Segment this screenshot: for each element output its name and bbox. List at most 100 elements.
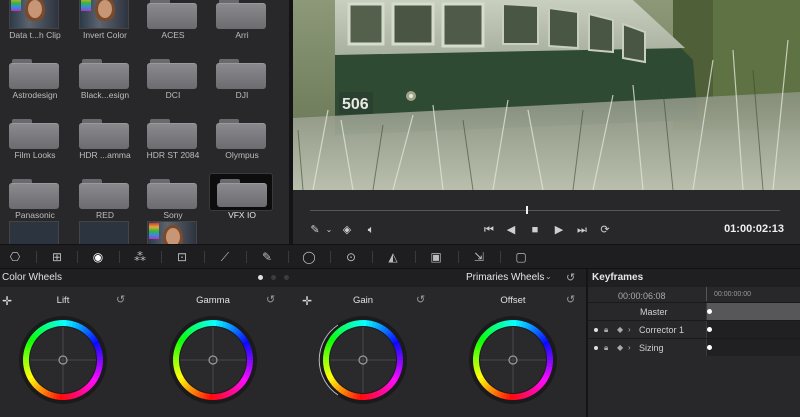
enable-dot-icon[interactable]	[594, 346, 598, 350]
wheel-reset-icon[interactable]: ↺	[416, 293, 425, 306]
camera-raw-icon[interactable]: ⎔	[6, 249, 24, 265]
track-name: Sizing	[639, 343, 664, 353]
library-item[interactable]: Film Looks	[0, 113, 70, 173]
library-item[interactable]: Astrodesign	[0, 53, 70, 113]
sizing-icon[interactable]: ⇲	[470, 249, 488, 265]
keyframe-lane[interactable]	[706, 321, 800, 338]
wheel-label: Gamma	[196, 295, 230, 306]
play-reverse-icon[interactable]: ◀	[503, 223, 519, 237]
keyframe-marker[interactable]	[707, 327, 712, 332]
folder-icon	[79, 119, 129, 149]
library-scrollbar[interactable]	[281, 0, 285, 244]
first-frame-icon[interactable]: ⏮︎	[481, 223, 497, 237]
keyframe-track[interactable]: Master	[588, 302, 800, 320]
library-item-label: Arri	[235, 30, 249, 40]
lock-icon[interactable]: 🔒︎	[604, 343, 608, 353]
library-item[interactable]: DCI	[138, 53, 208, 113]
scrub-bar[interactable]	[310, 210, 780, 211]
playhead[interactable]	[526, 206, 529, 214]
folder-icon	[209, 173, 273, 211]
library-item[interactable]: HDR ...amma	[70, 113, 140, 173]
toolbar-divider	[161, 251, 162, 263]
tracker-icon[interactable]: ⊙	[342, 249, 360, 265]
color-wheel[interactable]	[18, 315, 108, 405]
clip-thumbnail	[9, 0, 59, 29]
library-item[interactable]: Data t...h Clip	[0, 0, 70, 53]
color-match-icon[interactable]: ⊞	[48, 249, 66, 265]
picker-crosshair-icon[interactable]: ✛	[302, 294, 312, 308]
color-wheel[interactable]	[468, 315, 558, 405]
tram-number: 506	[342, 96, 369, 113]
toolbar-divider	[500, 251, 501, 263]
page-dot-3[interactable]	[284, 275, 289, 280]
wheel-reset-icon[interactable]: ↺	[266, 293, 275, 306]
wheel-reset-icon[interactable]: ↺	[116, 293, 125, 306]
library-item[interactable]: HDR ST 2084	[138, 113, 208, 173]
lut-library-panel: Data t...h Clip Invert Color ACES Arri Astro…	[0, 0, 289, 244]
lock-icon[interactable]: 🔒︎	[604, 325, 608, 335]
qualifier-icon[interactable]: ✎	[258, 249, 276, 265]
library-item[interactable]: VFX IO	[207, 173, 277, 233]
picker-crosshair-icon[interactable]: ✛	[2, 294, 12, 308]
library-item[interactable]: ACES	[138, 0, 208, 53]
keyframes-timecode: 00:00:06:08	[618, 291, 666, 301]
color-wheel[interactable]	[168, 315, 258, 405]
transport-bar: ✎ ⌄ ◈ 🔈︎ ⏮︎ ◀ ■ ▶ ⏭︎ ⟳ 01:00:02:13	[293, 190, 800, 244]
blur-icon[interactable]: ◭	[384, 249, 402, 265]
page-dot-2[interactable]	[271, 275, 276, 280]
keyframe-marker[interactable]	[707, 345, 712, 350]
library-item[interactable]: Invert Color	[70, 0, 140, 53]
track-name: Master	[640, 307, 668, 317]
keyframe-track[interactable]: 🔒︎ ◆ › Corrector 1	[588, 320, 800, 338]
motion-effects-icon[interactable]: ⊡	[173, 249, 191, 265]
keyframe-lane[interactable]	[706, 303, 800, 320]
library-item-label: VFX IO	[228, 210, 256, 220]
chevron-down-icon[interactable]: ⌄	[321, 223, 337, 237]
folder-icon	[147, 0, 197, 29]
rgb-mixer-icon[interactable]: ⁂	[131, 249, 149, 265]
folder-icon	[216, 59, 266, 89]
clip-thumbnail[interactable]	[79, 221, 129, 244]
library-item[interactable]: Black...esign	[70, 53, 140, 113]
toolbar-divider	[246, 251, 247, 263]
play-icon[interactable]: ▶	[551, 223, 567, 237]
clip-thumbnail[interactable]	[9, 221, 59, 244]
wheels-mode-select[interactable]: Primaries Wheels	[466, 272, 544, 283]
window-icon[interactable]: ◯	[300, 249, 318, 265]
keyframe-lane[interactable]	[706, 339, 800, 356]
library-item[interactable]: Arri	[207, 0, 277, 53]
toolbar-divider	[204, 251, 205, 263]
page-dot-1[interactable]	[258, 275, 263, 280]
last-frame-icon[interactable]: ⏭︎	[574, 223, 590, 237]
3d-icon[interactable]: ▢	[512, 249, 530, 265]
timecode-display: 01:00:02:13	[724, 223, 784, 235]
diamond-icon[interactable]: ◆	[617, 325, 623, 334]
library-item[interactable]: Olympus	[207, 113, 277, 173]
layers-icon[interactable]: ◈	[339, 223, 355, 237]
enable-dot-icon[interactable]	[594, 328, 598, 332]
color-palette-toolbar: ⎔ ⊞ ◉ ⁂ ⊡ ⟋ ✎ ◯ ⊙ ◭ ▣ ⇲ ▢	[0, 244, 800, 269]
curves-icon[interactable]: ⟋	[216, 249, 234, 265]
keyframe-track[interactable]: 🔒︎ ◆ › Sizing	[588, 338, 800, 356]
toolbar-divider	[77, 251, 78, 263]
chevron-right-icon[interactable]: ›	[628, 325, 631, 334]
reset-icon[interactable]: ↺	[566, 271, 575, 284]
wheel-reset-icon[interactable]: ↺	[566, 293, 575, 306]
primaries-icon[interactable]: ◉	[89, 249, 107, 265]
toolbar-divider	[415, 251, 416, 263]
wheel-label: Offset	[500, 295, 526, 306]
folder-icon	[9, 119, 59, 149]
loop-icon[interactable]: ⟳	[597, 223, 613, 237]
library-item[interactable]: DJI	[207, 53, 277, 113]
color-wheel[interactable]	[318, 315, 408, 405]
key-icon[interactable]: ▣	[427, 249, 445, 265]
diamond-icon[interactable]: ◆	[617, 343, 623, 352]
stop-icon[interactable]: ■	[527, 223, 543, 237]
keyframe-marker[interactable]	[707, 309, 712, 314]
color-wheels-header: Color Wheels Primaries Wheels ⌄ ↺	[0, 269, 586, 287]
viewer-image[interactable]: 506	[293, 0, 800, 190]
speaker-icon[interactable]: 🔈︎	[363, 223, 379, 237]
chevron-right-icon[interactable]: ›	[628, 343, 631, 352]
chevron-down-icon[interactable]: ⌄	[545, 272, 552, 281]
clip-thumbnail[interactable]	[147, 221, 197, 244]
